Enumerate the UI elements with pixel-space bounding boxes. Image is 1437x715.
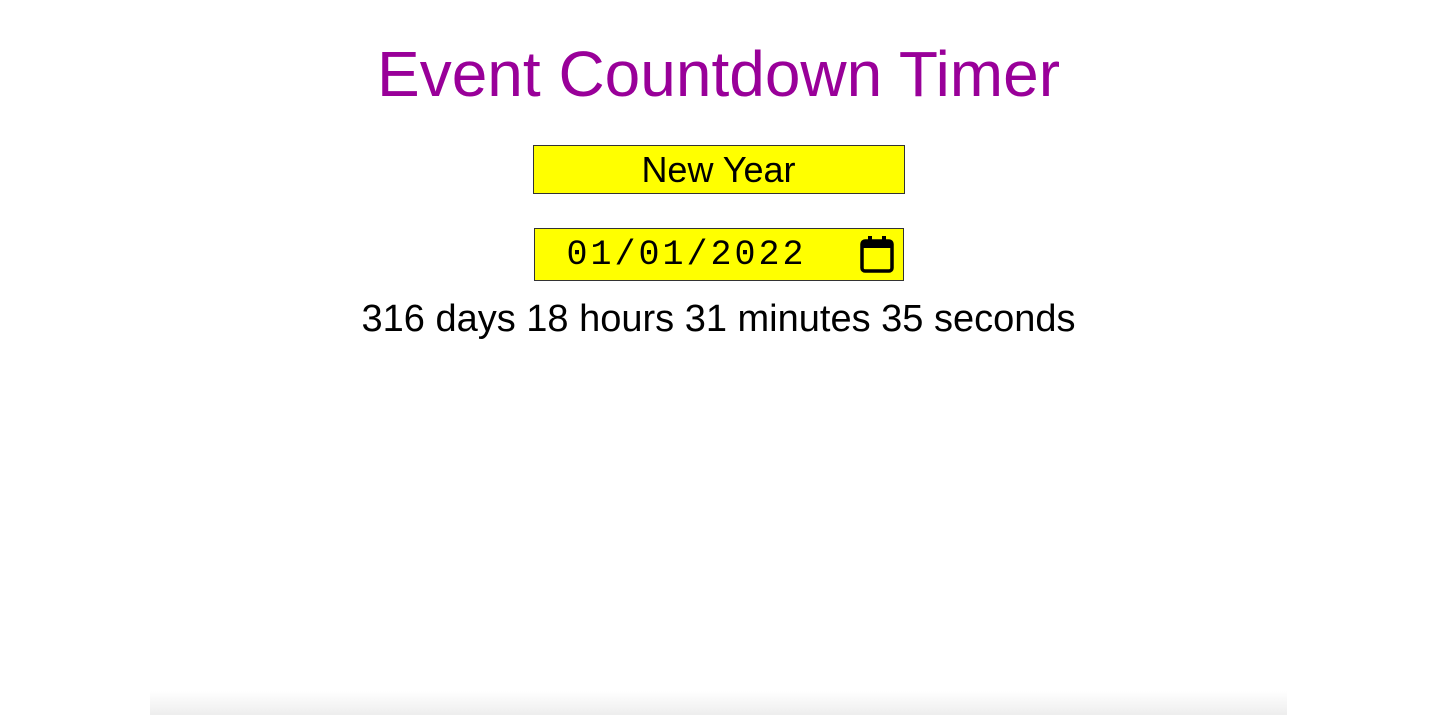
event-name-input[interactable] bbox=[532, 145, 905, 194]
event-date-value: 01/01/2022 bbox=[566, 235, 807, 275]
bottom-shadow bbox=[150, 691, 1287, 715]
page: Event Countdown Timer 01/01/2022 316 day… bbox=[0, 0, 1437, 715]
countdown-display: 316 days 18 hours 31 minutes 35 seconds bbox=[361, 298, 1076, 340]
page-title: Event Countdown Timer bbox=[377, 38, 1060, 110]
event-date-input[interactable]: 01/01/2022 bbox=[533, 228, 904, 281]
calendar-icon[interactable] bbox=[857, 233, 897, 277]
